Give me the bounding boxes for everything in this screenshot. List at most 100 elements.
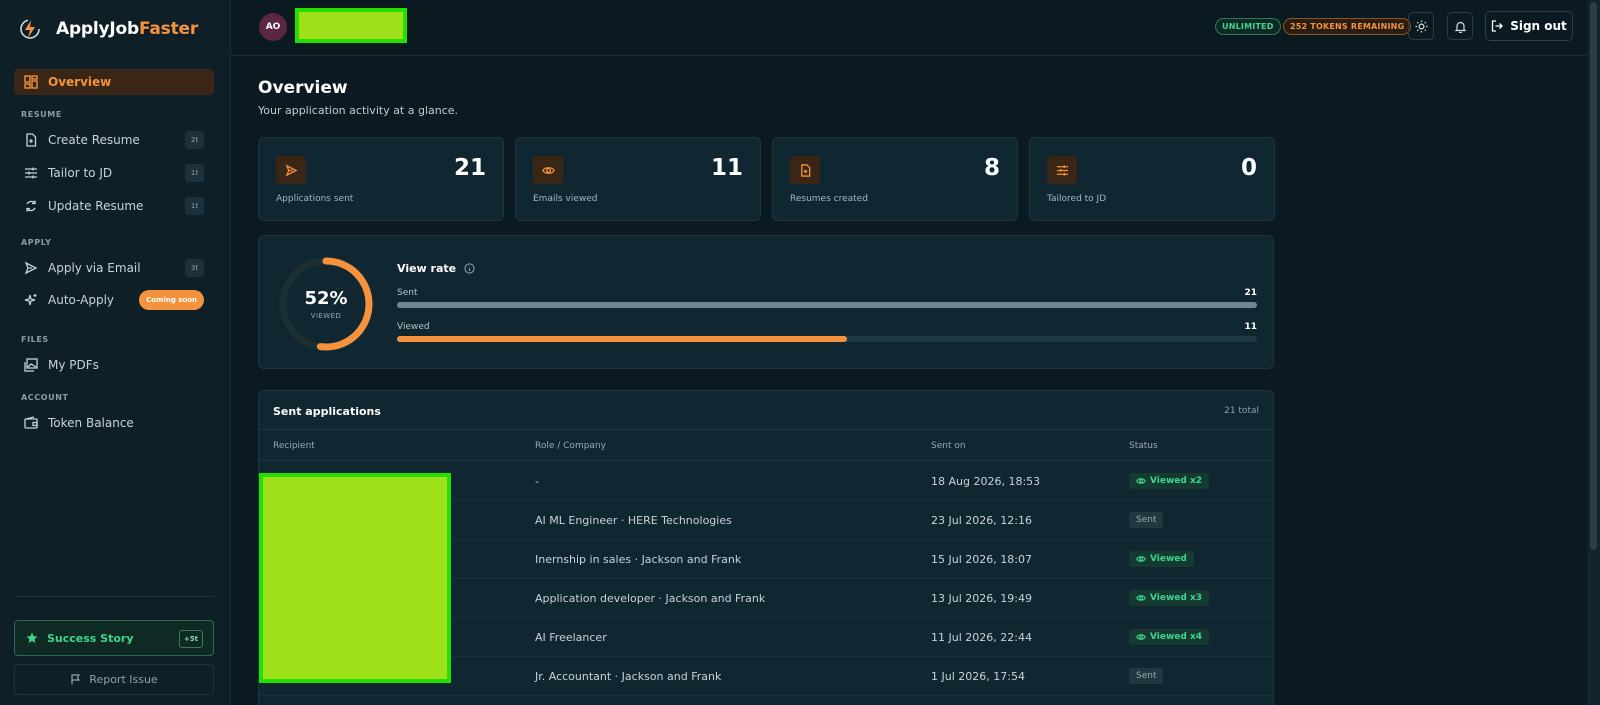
token-cost-badge: 1t bbox=[185, 197, 204, 215]
sidebar-item-label: Overview bbox=[48, 75, 112, 89]
stat-label: Applications sent bbox=[276, 194, 354, 204]
sidebar-item-token-balance[interactable]: Token Balance bbox=[14, 410, 214, 436]
sliders-icon bbox=[1047, 156, 1077, 184]
stat-label: Emails viewed bbox=[533, 194, 598, 204]
token-cost-badge: 2t bbox=[185, 131, 204, 149]
role-company-cell: AI Freelancer bbox=[535, 631, 607, 644]
sidebar-item-overview[interactable]: Overview bbox=[14, 69, 214, 95]
wallet-icon bbox=[24, 416, 38, 430]
column-header-role-company[interactable]: Role / Company bbox=[535, 441, 606, 451]
sent-bar-fill bbox=[397, 302, 1257, 308]
status-label: Sent bbox=[1136, 671, 1157, 681]
viewed-bar-track bbox=[397, 336, 1257, 342]
sidebar-item-update-resume[interactable]: Update Resume 1t bbox=[14, 193, 214, 219]
stat-card-applications-sent: 21 Applications sent bbox=[258, 137, 504, 221]
redacted-user-name bbox=[295, 8, 407, 43]
sparkle-icon bbox=[24, 293, 38, 307]
logout-icon bbox=[1492, 20, 1504, 32]
status-badge: Viewed bbox=[1129, 551, 1194, 567]
sidebar-item-label: Create Resume bbox=[48, 133, 140, 147]
stat-value: 21 bbox=[453, 155, 486, 181]
stat-value: 8 bbox=[983, 155, 1000, 181]
redacted-recipient-column bbox=[259, 473, 451, 683]
viewed-bar-fill bbox=[397, 336, 848, 342]
sidebar-item-label: Auto-Apply bbox=[48, 293, 115, 307]
theme-toggle-button[interactable] bbox=[1408, 12, 1434, 40]
section-label-account: ACCOUNT bbox=[21, 393, 69, 402]
stat-card-emails-viewed: 11 Emails viewed bbox=[515, 137, 761, 221]
view-rate-caption: VIEWED bbox=[310, 312, 342, 320]
sent-on-cell: 15 Jul 2026, 18:07 bbox=[931, 553, 1032, 566]
status-label: Viewed x3 bbox=[1150, 593, 1203, 603]
status-badge: Viewed x3 bbox=[1129, 590, 1210, 606]
sidebar-item-label: Tailor to JD bbox=[48, 166, 113, 180]
image-stack-icon bbox=[24, 358, 38, 372]
role-company-cell: Application developer · Jackson and Fran… bbox=[535, 592, 766, 605]
report-issue-label: Report Issue bbox=[89, 673, 158, 686]
avatar[interactable]: AO bbox=[259, 13, 287, 41]
scrollbar-thumb[interactable] bbox=[1590, 2, 1597, 550]
report-issue-button[interactable]: Report Issue bbox=[14, 664, 214, 695]
role-company-cell: AI ML Engineer · HERE Technologies bbox=[535, 514, 732, 527]
stat-card-tailored-jd: 0 Tailored to JD bbox=[1029, 137, 1275, 221]
sign-out-button[interactable]: Sign out bbox=[1485, 11, 1573, 41]
status-badge: Viewed x4 bbox=[1129, 629, 1210, 645]
stat-value: 11 bbox=[710, 155, 743, 181]
token-reward-badge: +5t bbox=[178, 630, 203, 648]
role-company-cell: Jr. Accountant · Jackson and Frank bbox=[535, 670, 722, 683]
sidebar-item-label: Token Balance bbox=[48, 416, 134, 430]
token-cost-badge: 3t bbox=[185, 259, 204, 277]
view-rate-title: View rate bbox=[397, 262, 475, 275]
sent-on-cell: 1 Jul 2026, 17:54 bbox=[931, 670, 1025, 683]
eye-icon bbox=[533, 156, 563, 184]
sidebar-item-my-pdfs[interactable]: My PDFs bbox=[14, 352, 214, 378]
sidebar-item-label: Update Resume bbox=[48, 199, 144, 213]
logo-bolt-icon bbox=[20, 19, 40, 39]
sidebar: ApplyJobFaster Overview RESUME Create Re… bbox=[0, 0, 231, 705]
status-badge: Sent bbox=[1129, 512, 1164, 528]
table-total-count: 21 total bbox=[1224, 406, 1259, 416]
view-rate-card: 52% VIEWED View rate Sent 21 Viewed 11 bbox=[258, 235, 1274, 369]
send-icon bbox=[24, 261, 38, 275]
section-label-resume: RESUME bbox=[21, 110, 62, 119]
coming-soon-badge: Coming soon bbox=[139, 290, 204, 310]
status-label: Viewed bbox=[1150, 554, 1187, 564]
status-badge: Sent bbox=[1129, 668, 1164, 684]
status-label: Viewed x4 bbox=[1150, 632, 1203, 642]
column-header-status[interactable]: Status bbox=[1129, 441, 1158, 451]
top-header: AO UNLIMITED 252 TOKENS REMAINING Sign o… bbox=[231, 0, 1587, 56]
sent-on-cell: 23 Jul 2026, 12:16 bbox=[931, 514, 1032, 527]
eye-icon bbox=[1136, 556, 1146, 562]
sidebar-item-create-resume[interactable]: Create Resume 2t bbox=[14, 127, 214, 153]
sidebar-item-label: Apply via Email bbox=[48, 261, 141, 275]
refresh-icon bbox=[24, 199, 38, 213]
role-company-cell: - bbox=[535, 475, 539, 488]
sidebar-item-apply-email[interactable]: Apply via Email 3t bbox=[14, 255, 214, 281]
flag-icon bbox=[71, 674, 81, 685]
eye-icon bbox=[1136, 595, 1146, 601]
success-story-label: Success Story bbox=[47, 631, 134, 645]
info-icon[interactable] bbox=[464, 263, 475, 274]
sidebar-item-auto-apply[interactable]: Auto-Apply Coming soon bbox=[14, 287, 214, 313]
sun-icon bbox=[1415, 20, 1427, 32]
app-name: ApplyJobFaster bbox=[56, 19, 199, 39]
sidebar-item-label: My PDFs bbox=[48, 358, 99, 372]
bell-icon bbox=[1454, 21, 1466, 33]
sidebar-item-tailor-jd[interactable]: Tailor to JD 1t bbox=[14, 160, 214, 186]
status-label: Viewed x2 bbox=[1150, 476, 1203, 486]
stat-label: Resumes created bbox=[790, 194, 868, 204]
notifications-button[interactable] bbox=[1447, 12, 1473, 40]
success-story-button[interactable]: Success Story +5t bbox=[14, 620, 214, 656]
page-title: Overview bbox=[258, 78, 348, 98]
sign-out-label: Sign out bbox=[1510, 19, 1567, 33]
table-header-row: Recipient Role / Company Sent on Status bbox=[259, 429, 1273, 461]
column-header-recipient[interactable]: Recipient bbox=[273, 441, 315, 451]
section-label-files: FILES bbox=[21, 335, 49, 344]
app-logo[interactable]: ApplyJobFaster bbox=[18, 16, 198, 42]
sliders-icon bbox=[24, 166, 38, 180]
viewed-bar-label: Viewed bbox=[397, 322, 430, 332]
plan-badge: UNLIMITED bbox=[1215, 18, 1281, 35]
column-header-sent-on[interactable]: Sent on bbox=[931, 441, 966, 451]
sent-on-cell: 18 Aug 2026, 18:53 bbox=[931, 475, 1041, 488]
sent-bar-label: Sent bbox=[397, 288, 418, 298]
